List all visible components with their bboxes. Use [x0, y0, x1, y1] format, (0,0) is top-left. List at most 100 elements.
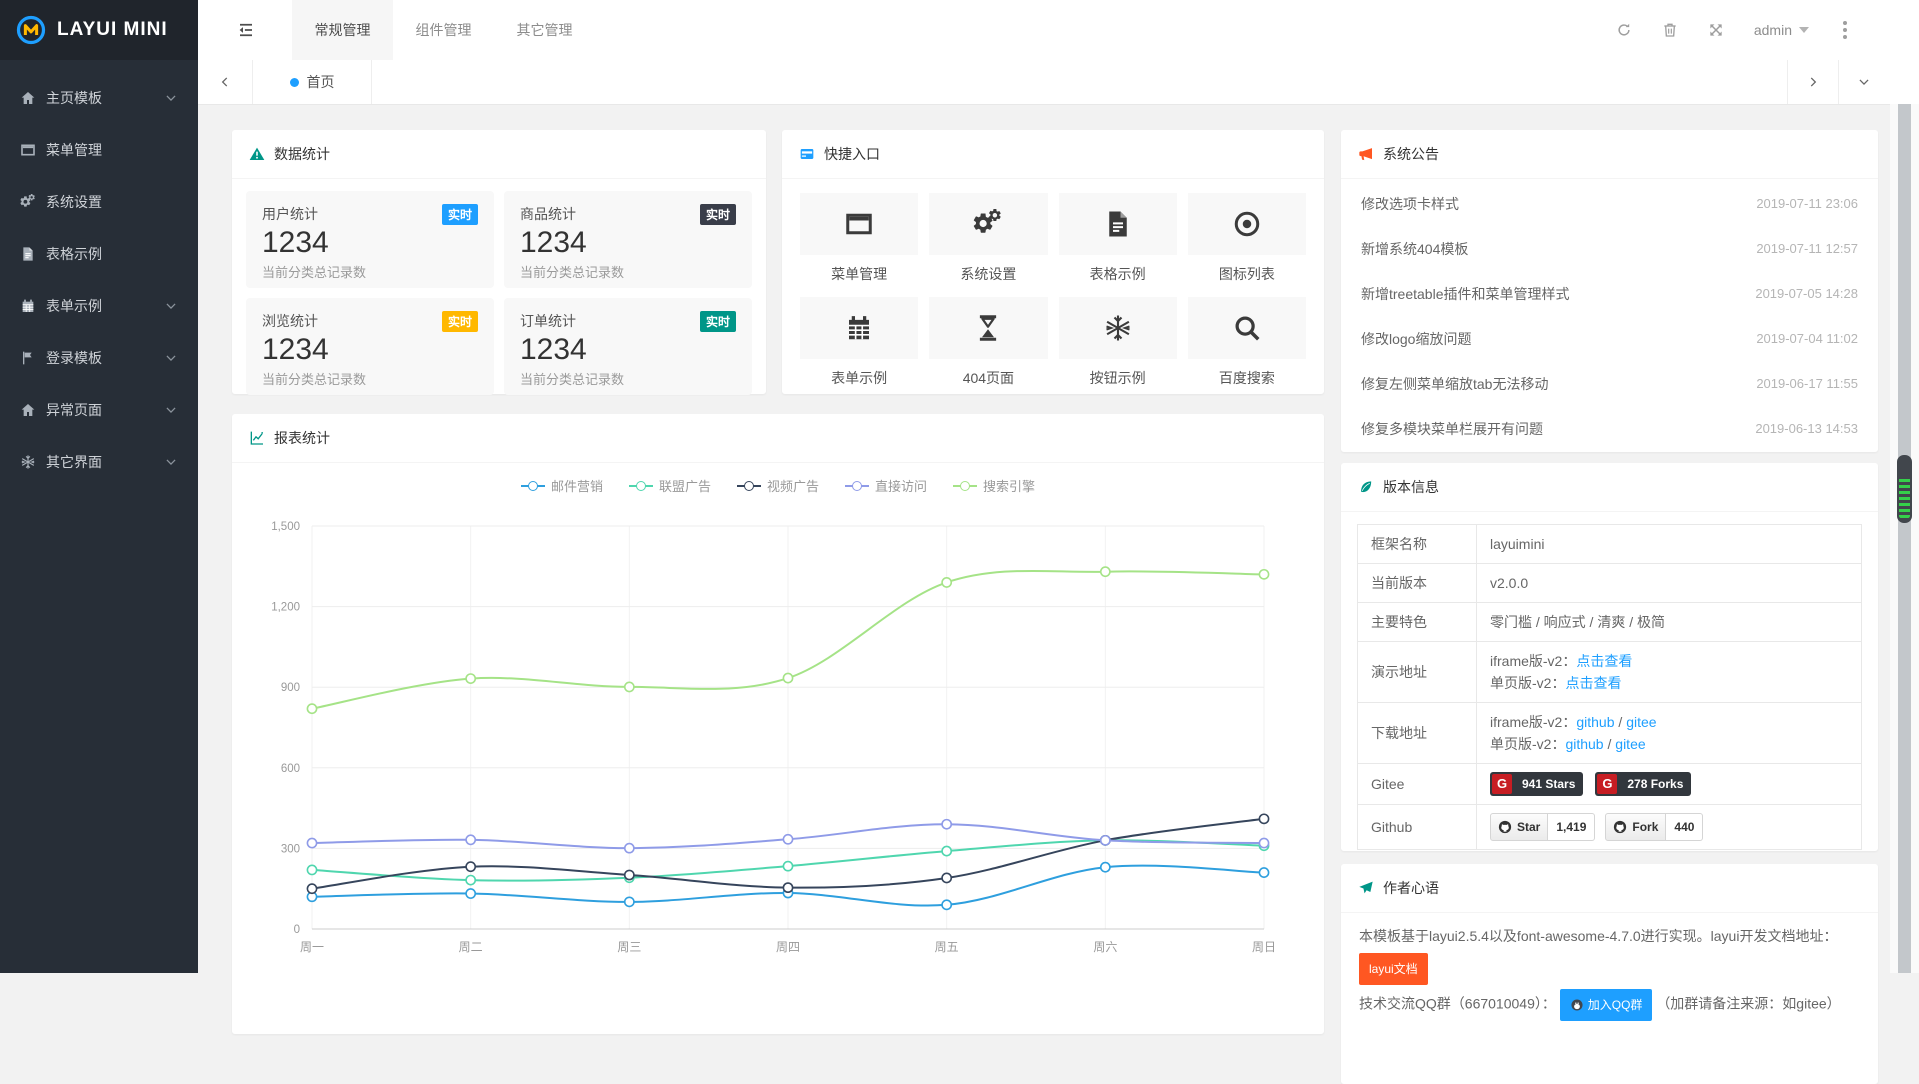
version-link[interactable]: github — [1565, 736, 1603, 752]
quick-entry-label: 百度搜索 — [1188, 368, 1306, 388]
quick-entry-label: 表单示例 — [800, 368, 918, 388]
quick-entry-grid: 菜单管理系统设置表格示例图标列表表单示例 404页面按钮示例百度搜索 — [782, 179, 1324, 402]
legend-label: 视频广告 — [767, 476, 819, 495]
panel-title: 快捷入口 — [824, 144, 880, 164]
chevron-down-icon — [164, 299, 178, 313]
chevron-down-icon — [164, 351, 178, 365]
legend-item-5[interactable]: 搜索引擎 — [953, 476, 1035, 495]
sidebar-item-4[interactable]: 表格示例 — [0, 228, 198, 280]
gitee-badge[interactable]: G941 Stars — [1490, 772, 1583, 796]
layui-doc-badge[interactable]: layui文档 — [1359, 953, 1428, 985]
quick-entry-8[interactable]: 百度搜索 — [1188, 297, 1306, 388]
fullscreen-icon — [1708, 22, 1724, 38]
sidebar-menu: 主页模板菜单管理系统设置表格示例表单示例登录模板异常页面其它界面 — [0, 60, 198, 488]
header-tab-1[interactable]: 常规管理 — [292, 0, 393, 60]
sidebar-item-6[interactable]: 登录模板 — [0, 332, 198, 384]
scrollbar-track[interactable] — [1898, 104, 1911, 973]
tabs-scroll-right-button[interactable] — [1787, 60, 1838, 104]
legend-item-3[interactable]: 视频广告 — [737, 476, 819, 495]
quick-entry-tile — [929, 193, 1047, 255]
stat-card-label: 浏览统计 — [262, 311, 318, 331]
author-line-1: 本模板基于layui2.5.4以及font-awesome-4.7.0进行实现。… — [1359, 923, 1860, 949]
join-qq-group-badge[interactable]: 加入QQ群 — [1560, 989, 1653, 1021]
sidebar-item-label: 登录模板 — [46, 348, 102, 368]
user-dropdown[interactable]: admin — [1754, 22, 1809, 38]
stat-card-4: 订单统计实时1234当前分类总记录数 — [504, 298, 752, 395]
header-menu-tabs: 常规管理组件管理其它管理 — [292, 0, 595, 60]
quick-entry-3[interactable]: 表格示例 — [1059, 193, 1177, 284]
notice-item-6[interactable]: 修复多模块菜单栏展开有问题2019-06-13 14:53 — [1361, 406, 1858, 451]
quick-entry-5[interactable]: 表单示例 — [800, 297, 918, 388]
version-row-2: 当前版本v2.0.0 — [1358, 564, 1862, 603]
svg-text:0: 0 — [294, 924, 300, 936]
sidebar-item-3[interactable]: 系统设置 — [0, 176, 198, 228]
tabs-scroll-left-button[interactable] — [198, 60, 253, 104]
notice-item-1[interactable]: 修改选项卡样式2019-07-11 23:06 — [1361, 181, 1858, 226]
clear-cache-button[interactable] — [1662, 22, 1678, 38]
version-link[interactable]: 点击查看 — [1565, 675, 1621, 691]
more-menu-button[interactable] — [1839, 17, 1851, 43]
notice-item-3[interactable]: 新增treetable插件和菜单管理样式 2019-07-05 14:28 — [1361, 271, 1858, 316]
version-link-text: / — [1604, 736, 1616, 752]
quick-entry-4[interactable]: 图标列表 — [1188, 193, 1306, 284]
realtime-badge: 实时 — [442, 311, 478, 332]
quick-entry-tile — [929, 297, 1047, 359]
legend-label: 邮件营销 — [551, 476, 603, 495]
svg-text:600: 600 — [281, 763, 300, 775]
github-button[interactable]: Star1,419 — [1490, 813, 1595, 841]
legend-item-4[interactable]: 直接访问 — [845, 476, 927, 495]
github-button[interactable]: Fork440 — [1605, 813, 1703, 841]
quick-entry-1[interactable]: 菜单管理 — [800, 193, 918, 284]
version-link[interactable]: gitee — [1626, 714, 1656, 730]
header-tab-2[interactable]: 组件管理 — [393, 0, 494, 60]
tab-home-label: 首页 — [307, 72, 335, 92]
tabs-operations-button[interactable] — [1838, 60, 1889, 104]
sidebar-item-8[interactable]: 其它界面 — [0, 436, 198, 488]
version-link[interactable]: 点击查看 — [1576, 653, 1632, 669]
version-link[interactable]: gitee — [1615, 736, 1645, 752]
stat-card-3: 浏览统计实时1234当前分类总记录数 — [246, 298, 494, 395]
legend-item-2[interactable]: 联盟广告 — [629, 476, 711, 495]
gitee-badge[interactable]: G278 Forks — [1595, 772, 1691, 796]
sidebar-item-1[interactable]: 主页模板 — [0, 72, 198, 124]
sidebar: LAYUI MINI 主页模板菜单管理系统设置表格示例表单示例登录模板异常页面其… — [0, 0, 198, 973]
sidebar-item-2[interactable]: 菜单管理 — [0, 124, 198, 176]
scrollbar-thumb[interactable] — [1897, 455, 1912, 523]
sidebar-item-label: 表格示例 — [46, 244, 102, 264]
fullscreen-button[interactable] — [1708, 22, 1724, 38]
quick-entry-tile — [800, 297, 918, 359]
sidebar-item-5[interactable]: 表单示例 — [0, 280, 198, 332]
chevron-left-icon — [218, 75, 232, 89]
panel-notice-header: 系统公告 — [1341, 130, 1878, 179]
shrink-icon — [237, 21, 255, 39]
panel-title: 作者心语 — [1383, 878, 1439, 898]
legend-label: 联盟广告 — [659, 476, 711, 495]
quick-entry-label: 菜单管理 — [800, 264, 918, 284]
refresh-button[interactable] — [1616, 22, 1632, 38]
collapse-sidebar-button[interactable] — [226, 0, 266, 60]
quick-entry-2[interactable]: 系统设置 — [929, 193, 1047, 284]
stat-card-label: 订单统计 — [520, 311, 576, 331]
legend-item-1[interactable]: 邮件营销 — [521, 476, 603, 495]
version-link[interactable]: github — [1576, 714, 1614, 730]
panel-version-header: 版本信息 — [1341, 463, 1878, 512]
notice-date: 2019-07-05 14:28 — [1755, 286, 1858, 301]
user-name: admin — [1754, 22, 1792, 38]
version-link-text: 单页版-v2： — [1490, 736, 1565, 752]
sidebar-item-label: 系统设置 — [46, 192, 102, 212]
tab-home[interactable]: 首页 — [253, 60, 372, 104]
snowflake-icon — [20, 454, 36, 470]
tab-strip-controls — [1787, 60, 1889, 104]
sidebar-item-7[interactable]: 异常页面 — [0, 384, 198, 436]
quick-entry-6[interactable]: 404页面 — [929, 297, 1047, 388]
chart-legend: 邮件营销 联盟广告 视频广告 直接访问 搜索引擎 — [232, 476, 1324, 495]
header-tab-3[interactable]: 其它管理 — [494, 0, 595, 60]
logo[interactable]: LAYUI MINI — [0, 0, 198, 60]
calendar-icon — [20, 298, 36, 314]
notice-item-4[interactable]: 修改logo缩放问题2019-07-04 11:02 — [1361, 316, 1858, 361]
quick-entry-7[interactable]: 按钮示例 — [1059, 297, 1177, 388]
notice-item-5[interactable]: 修复左侧菜单缩放tab无法移动2019-06-17 11:55 — [1361, 361, 1858, 406]
notice-title: 新增treetable插件和菜单管理样式 — [1361, 284, 1569, 304]
notice-item-2[interactable]: 新增系统404模板2019-07-11 12:57 — [1361, 226, 1858, 271]
github-button-text: Fork — [1632, 816, 1658, 838]
